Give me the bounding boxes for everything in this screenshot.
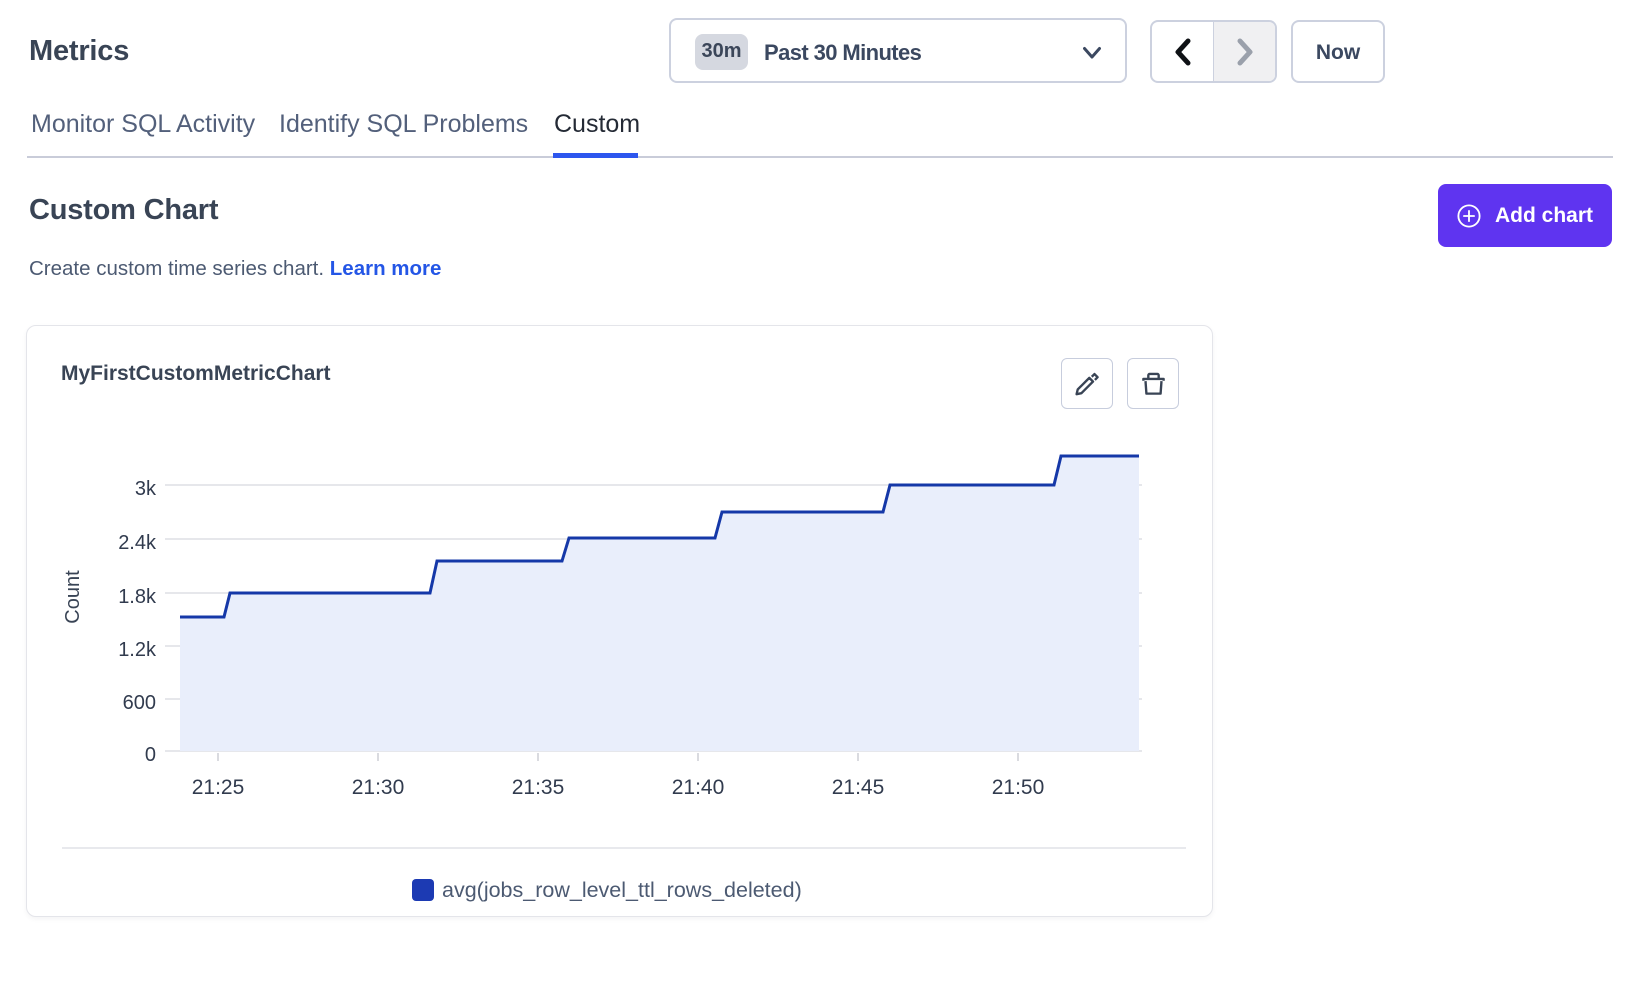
- svg-text:21:30: 21:30: [352, 776, 405, 799]
- svg-text:21:40: 21:40: [672, 776, 725, 799]
- svg-text:2.4k: 2.4k: [118, 532, 157, 554]
- svg-text:21:35: 21:35: [512, 776, 565, 799]
- svg-text:0: 0: [145, 744, 156, 766]
- svg-text:21:25: 21:25: [192, 776, 245, 799]
- svg-text:1.2k: 1.2k: [118, 639, 157, 661]
- svg-text:Count: Count: [62, 570, 84, 624]
- svg-text:3k: 3k: [135, 478, 157, 500]
- svg-text:21:45: 21:45: [832, 776, 885, 799]
- svg-text:21:50: 21:50: [992, 776, 1045, 799]
- svg-text:600: 600: [123, 692, 156, 714]
- svg-text:1.8k: 1.8k: [118, 586, 157, 608]
